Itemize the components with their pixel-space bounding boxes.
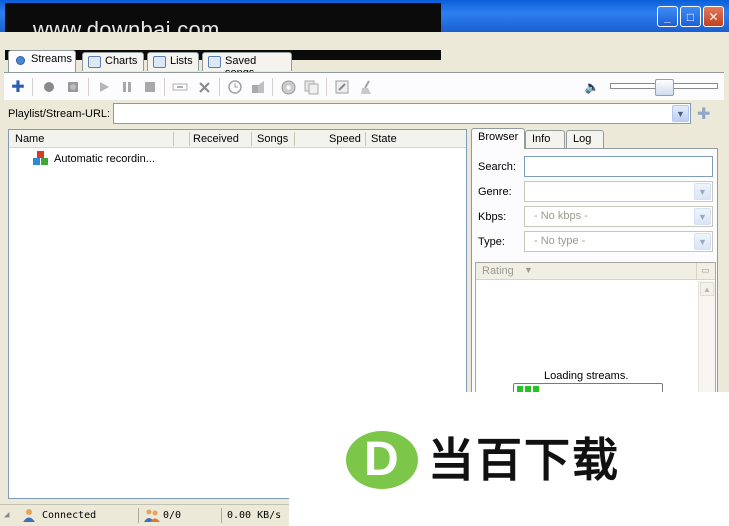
menu-bar (0, 32, 729, 50)
delete-icon[interactable] (196, 79, 212, 95)
cut-icon[interactable] (172, 79, 188, 95)
list-header: Name Received Songs Speed State (9, 130, 466, 148)
recording-icon (33, 151, 49, 167)
minimize-button[interactable]: _ (657, 6, 678, 27)
column-separator (696, 263, 697, 279)
genre-label: Genre: (478, 186, 512, 198)
volume-slider-thumb[interactable] (655, 79, 674, 96)
search-label: Search: (478, 161, 516, 173)
pause-icon[interactable] (119, 79, 135, 95)
column-header-state[interactable]: State (371, 133, 397, 145)
charts-icon (88, 56, 101, 68)
column-header-songs[interactable]: Songs (257, 133, 288, 145)
chevron-down-icon[interactable]: ▼ (694, 183, 711, 200)
tab-lists-label: Lists (170, 55, 193, 67)
lists-icon (153, 56, 166, 68)
timer-icon[interactable] (227, 79, 243, 95)
logo-text: 当百下载 (428, 433, 620, 487)
column-separator[interactable] (251, 132, 252, 146)
tab-browser[interactable]: Browser (471, 128, 525, 149)
transfer-speed: 0.00 KB/s (227, 510, 282, 521)
chevron-down-icon[interactable]: ▼ (694, 208, 711, 225)
close-button[interactable]: ✕ (703, 6, 724, 27)
toolbar-separator (326, 78, 327, 96)
rating-header[interactable]: Rating ▼ ▭ (476, 263, 715, 280)
list-item-name: Automatic recordin... (54, 153, 155, 165)
copy-icon[interactable] (303, 79, 319, 95)
speaker-icon: 🔈 (584, 80, 600, 94)
type-label: Type: (478, 236, 505, 248)
tab-charts[interactable]: Charts (82, 52, 144, 71)
tab-saved-songs[interactable]: Saved songs (202, 52, 292, 79)
column-chooser-icon[interactable]: ▭ (701, 265, 710, 276)
loading-text: Loading streams. (544, 370, 629, 382)
toolbar-separator (88, 78, 89, 96)
edit-icon[interactable] (334, 79, 350, 95)
saved-songs-icon (208, 56, 221, 68)
column-separator[interactable] (365, 132, 366, 146)
status-separator (138, 508, 139, 523)
search-input[interactable] (524, 156, 713, 177)
clean-icon[interactable] (358, 79, 374, 95)
tab-lists[interactable]: Lists (147, 52, 199, 71)
toolbar-separator (164, 78, 165, 96)
column-header-received[interactable]: Received (193, 133, 239, 145)
tab-streams-label: Streams (31, 53, 72, 65)
kbps-value: - No kbps - (534, 210, 588, 222)
connection-status: Connected (42, 510, 97, 521)
tab-charts-label: Charts (105, 55, 138, 67)
record-icon[interactable] (41, 79, 57, 95)
users-icon (144, 508, 160, 522)
tab-log[interactable]: Log (566, 130, 604, 149)
add-url-icon[interactable]: ✚ (697, 104, 710, 124)
grip-icon: ◢ (4, 510, 10, 520)
column-separator[interactable] (173, 132, 174, 146)
maximize-button[interactable]: □ (680, 6, 701, 27)
play-icon[interactable] (96, 79, 112, 95)
stream-count: 0/0 (163, 510, 182, 521)
type-value: - No type - (534, 235, 586, 247)
chevron-down-icon[interactable]: ▼ (694, 233, 711, 250)
kbps-label: Kbps: (478, 211, 507, 223)
column-separator[interactable] (189, 132, 190, 146)
status-bar: ◢ Connected 0/0 0.00 KB/s (0, 504, 289, 526)
type-select[interactable]: - No type - ▼ (524, 231, 713, 252)
scrollbar[interactable]: ▲ (698, 281, 715, 403)
column-header-speed[interactable]: Speed (329, 133, 361, 145)
disc-icon[interactable] (280, 79, 296, 95)
results-list[interactable]: Rating ▼ ▭ ▲ Loading streams. (475, 262, 716, 403)
note-icon[interactable] (250, 79, 266, 95)
logo-letter: D (364, 433, 399, 486)
chevron-down-icon[interactable]: ▼ (672, 105, 689, 122)
toolbar-separator (32, 78, 33, 96)
status-separator (221, 508, 222, 523)
user-icon (22, 508, 36, 522)
scroll-up-icon[interactable]: ▲ (700, 282, 714, 296)
column-separator[interactable] (294, 132, 295, 146)
stream-url-input[interactable]: ▼ (113, 103, 691, 124)
url-label: Playlist/Stream-URL: (8, 108, 111, 120)
add-icon[interactable]: ✚ (10, 79, 26, 96)
genre-select[interactable]: ▼ (524, 181, 713, 202)
toolbar-separator (272, 78, 273, 96)
tab-streams[interactable]: Streams (8, 50, 76, 72)
tab-info[interactable]: Info (525, 130, 565, 149)
kbps-select[interactable]: - No kbps - ▼ (524, 206, 713, 227)
streams-icon (16, 56, 25, 65)
list-item[interactable]: Automatic recordin... (33, 151, 155, 167)
stop-icon[interactable] (142, 79, 158, 95)
sort-down-icon: ▼ (524, 265, 533, 275)
rating-header-label: Rating (482, 265, 514, 277)
toolbar-separator (219, 78, 220, 96)
stop-record-icon[interactable] (65, 79, 81, 95)
column-header-name[interactable]: Name (15, 133, 44, 145)
